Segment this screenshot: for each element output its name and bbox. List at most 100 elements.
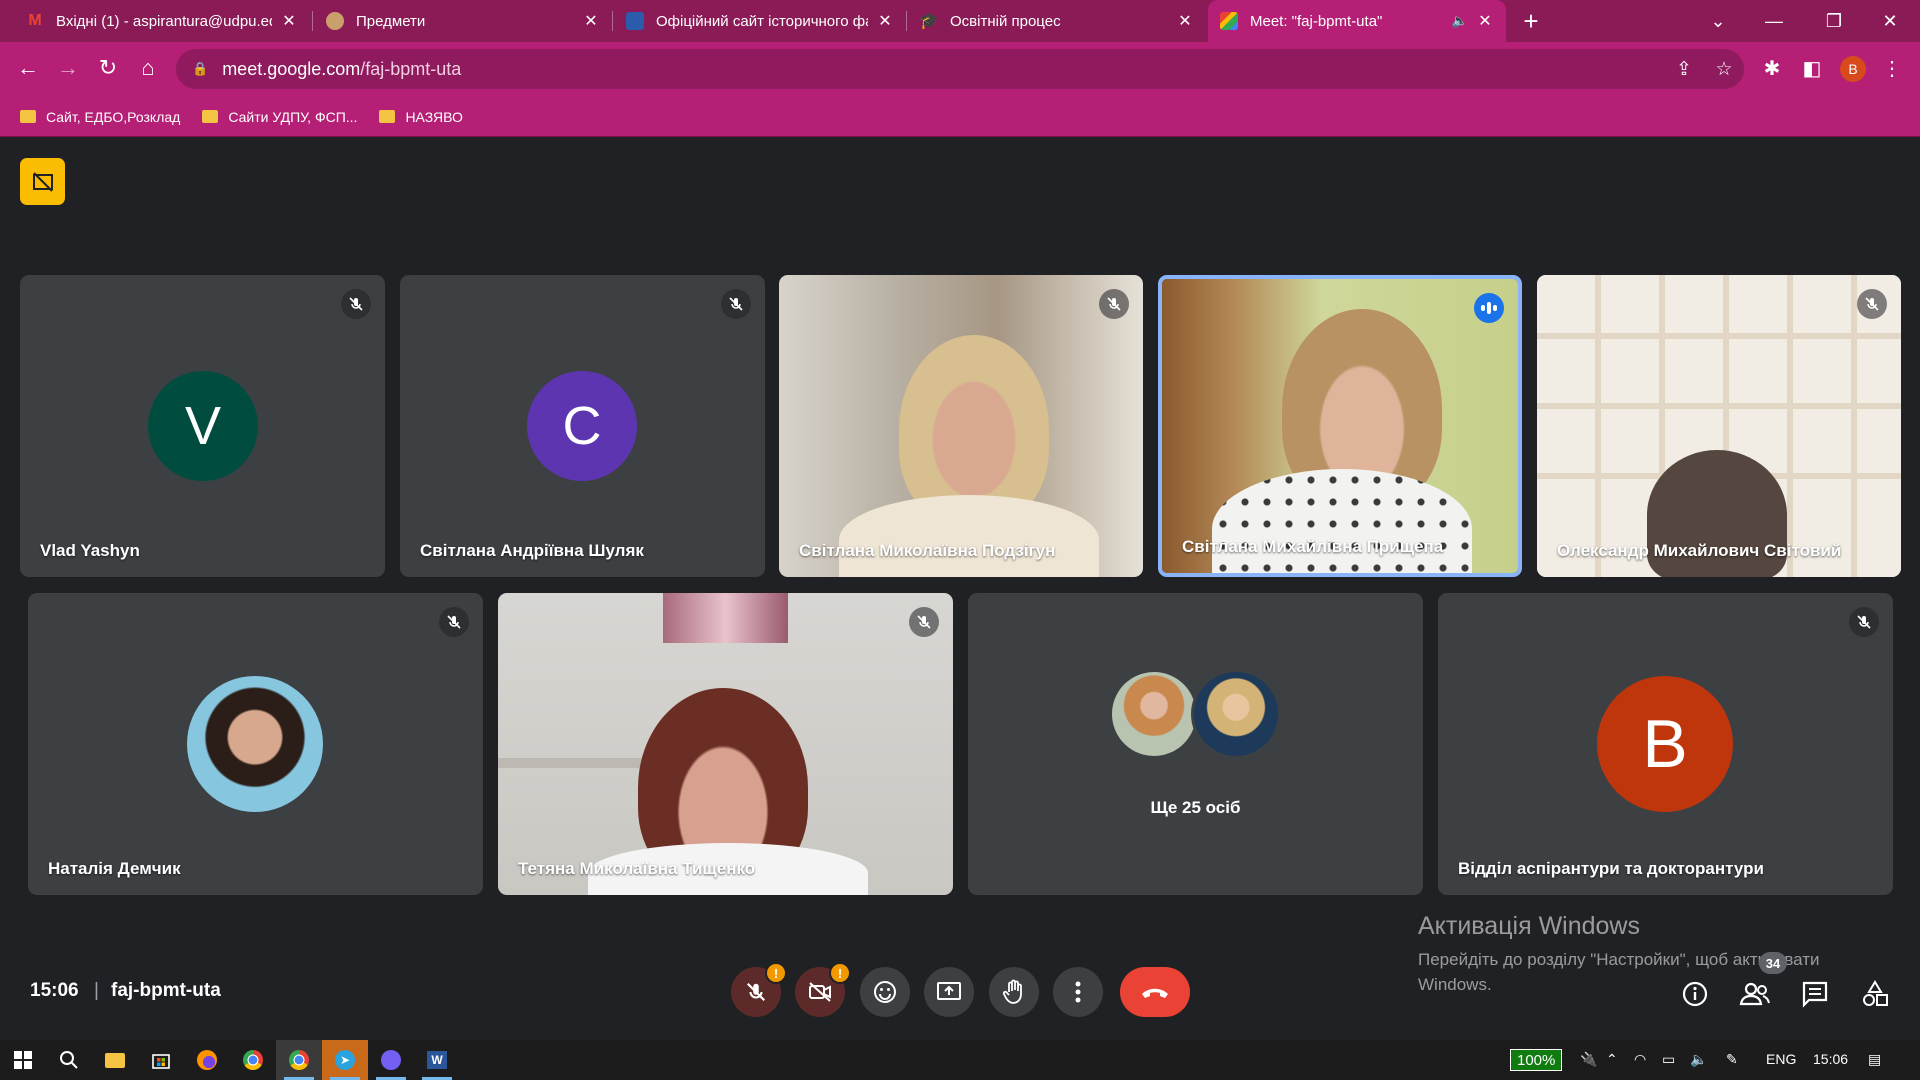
- tab-educational-process[interactable]: 🎓 Освітній процес ✕: [908, 0, 1206, 42]
- address-bar[interactable]: 🔒 meet.google.com/faj-bpmt-uta ⇪ ☆: [176, 49, 1744, 89]
- restore-button[interactable]: ❐: [1806, 0, 1862, 42]
- battery-percentage[interactable]: 100%: [1510, 1049, 1563, 1071]
- participant-video: [1162, 279, 1518, 573]
- close-icon[interactable]: ✕: [1476, 11, 1494, 31]
- reactions-button[interactable]: [860, 967, 910, 1017]
- info-icon: [1682, 981, 1708, 1007]
- meeting-code[interactable]: faj-bpmt-uta: [111, 980, 221, 1002]
- close-window-button[interactable]: ✕: [1862, 0, 1918, 42]
- side-panel-icon[interactable]: ◧: [1796, 52, 1828, 84]
- tab-search-icon[interactable]: ⌄: [1690, 0, 1746, 42]
- minimize-button[interactable]: —: [1746, 0, 1802, 42]
- present-icon: [937, 982, 961, 1000]
- wifi-icon[interactable]: ◠: [1634, 1051, 1646, 1068]
- more-options-button[interactable]: [1053, 967, 1103, 1017]
- tab-gmail[interactable]: M Вхідні (1) - aspirantura@udpu.edu.ua ✕: [14, 0, 310, 42]
- site-icon: [326, 12, 344, 30]
- others-count-label: Ще 25 осіб: [1150, 798, 1241, 817]
- participant-video-tile[interactable]: Олександр Михайлович Світовий: [1537, 275, 1901, 577]
- close-icon[interactable]: ✕: [582, 11, 600, 31]
- present-screen-button[interactable]: [924, 967, 974, 1017]
- close-icon[interactable]: ✕: [280, 11, 298, 31]
- close-icon[interactable]: ✕: [1176, 11, 1194, 31]
- power-plug-icon[interactable]: 🔌: [1580, 1051, 1597, 1068]
- chrome-icon[interactable]: [230, 1040, 276, 1080]
- home-icon[interactable]: ⌂: [132, 52, 164, 84]
- lock-icon[interactable]: 🔒: [192, 61, 208, 77]
- bookmark-label: НАЗЯВО: [405, 108, 463, 125]
- raise-hand-button[interactable]: [989, 967, 1039, 1017]
- bookmark-folder[interactable]: Сайт, ЕДБО,Розклад: [20, 109, 180, 125]
- taskbar-clock[interactable]: 15:06: [1813, 1051, 1848, 1067]
- camera-off-icon: [809, 982, 831, 1002]
- participant-video-tile[interactable]: Світлана Миколаївна Подзігун: [779, 275, 1143, 577]
- participant-tile[interactable]: B Відділ аспірантури та докторантури: [1438, 593, 1893, 895]
- people-icon: [1739, 982, 1770, 1006]
- participant-video-tile-active-speaker[interactable]: Світлана Михайлівна Прищепа: [1158, 275, 1522, 577]
- back-icon[interactable]: ←: [12, 52, 44, 84]
- camera-toggle-button[interactable]: !: [795, 962, 851, 1017]
- windows-taskbar: ➤ W 100% 🔌 ⌃ ◠ ▭ 🔈 ✎ ENG 15:06 ▤: [0, 1040, 1920, 1080]
- chat-icon: [1802, 981, 1828, 1008]
- gmail-icon: M: [28, 12, 42, 29]
- self-view-hidden-icon[interactable]: [20, 158, 65, 205]
- participant-video-tile[interactable]: Тетяна Миколаївна Тищенко: [498, 593, 953, 895]
- close-icon[interactable]: ✕: [876, 11, 894, 31]
- hang-up-icon: [1142, 988, 1168, 998]
- folder-icon: [379, 110, 396, 123]
- tab-predmety[interactable]: Предмети ✕: [314, 0, 612, 42]
- leave-call-button[interactable]: [1120, 967, 1190, 1017]
- meeting-details-button[interactable]: [1675, 974, 1715, 1014]
- share-icon[interactable]: ⇪: [1670, 55, 1698, 83]
- participant-video: [779, 275, 1143, 577]
- input-language[interactable]: ENG: [1766, 1051, 1796, 1067]
- telegram-icon[interactable]: ➤: [322, 1040, 368, 1080]
- volume-icon[interactable]: 🔈: [1690, 1051, 1707, 1068]
- battery-icon[interactable]: ▭: [1662, 1051, 1675, 1068]
- windows-start-icon[interactable]: [0, 1040, 46, 1080]
- bookmark-folder[interactable]: НАЗЯВО: [379, 108, 463, 125]
- firefox-icon[interactable]: [184, 1040, 230, 1080]
- file-explorer-icon[interactable]: [92, 1040, 138, 1080]
- forward-icon[interactable]: →: [52, 52, 84, 84]
- extensions-icon[interactable]: ✱: [1756, 52, 1788, 84]
- others-tile[interactable]: Ще 25 осіб: [968, 593, 1423, 895]
- menu-icon[interactable]: ⋮: [1876, 52, 1908, 84]
- chrome-active-window-icon[interactable]: [276, 1040, 322, 1080]
- participant-name: Світлана Михайлівна Прищепа: [1182, 537, 1444, 556]
- new-tab-button[interactable]: +: [1516, 6, 1546, 36]
- speaker-icon[interactable]: 🔈: [1452, 13, 1468, 29]
- search-icon[interactable]: [46, 1040, 92, 1080]
- participant-tile[interactable]: V Vlad Yashyn: [20, 275, 385, 577]
- chevron-up-icon[interactable]: ⌃: [1606, 1051, 1618, 1068]
- participant-name: Олександр Михайлович Світовий: [1557, 541, 1842, 560]
- tab-title: Предмети: [356, 12, 426, 30]
- mic-off-icon: [721, 289, 751, 319]
- reload-icon[interactable]: ↻: [92, 52, 124, 84]
- notifications-icon[interactable]: ▤: [1868, 1051, 1881, 1068]
- tab-meet[interactable]: Meet: "faj-bpmt-uta" 🔈 ✕: [1208, 0, 1506, 42]
- star-icon[interactable]: ☆: [1710, 55, 1738, 83]
- tab-history-faculty[interactable]: Офіційний сайт історичного факультету ✕: [614, 0, 906, 42]
- more-vert-icon: [1075, 981, 1081, 1003]
- bookmark-folder[interactable]: Сайти УДПУ, ФСП...: [202, 109, 357, 125]
- word-icon[interactable]: W: [414, 1040, 460, 1080]
- chat-button[interactable]: [1795, 974, 1835, 1014]
- profile-avatar[interactable]: B: [1840, 56, 1866, 82]
- people-button[interactable]: [1735, 974, 1775, 1014]
- hand-icon: [1002, 979, 1022, 1004]
- speaking-indicator-icon: [1474, 293, 1504, 323]
- mic-off-icon: [439, 607, 469, 637]
- divider: |: [94, 980, 99, 1001]
- viber-icon[interactable]: [368, 1040, 414, 1080]
- mic-toggle-button[interactable]: !: [731, 962, 787, 1017]
- participant-tile[interactable]: C Світлана Андріївна Шуляк: [400, 275, 765, 577]
- watermark-title: Активація Windows: [1418, 912, 1640, 940]
- bookmarks-bar: Сайт, ЕДБО,Розклад Сайти УДПУ, ФСП... НА…: [0, 97, 1920, 137]
- pen-icon[interactable]: ✎: [1726, 1051, 1738, 1068]
- participant-tile[interactable]: Наталія Демчик: [28, 593, 483, 895]
- participant-name: Світлана Андріївна Шуляк: [420, 541, 644, 560]
- participant-name: Світлана Миколаївна Подзігун: [799, 541, 1056, 560]
- store-icon[interactable]: [138, 1040, 184, 1080]
- activities-button[interactable]: [1855, 974, 1895, 1014]
